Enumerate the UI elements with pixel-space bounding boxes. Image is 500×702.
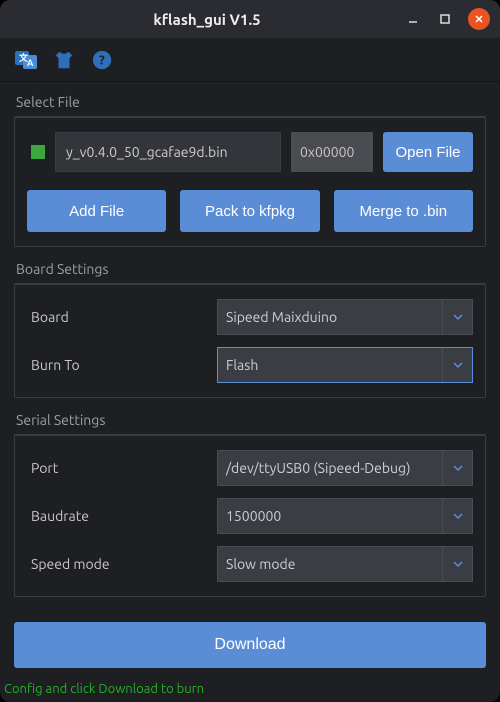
board-row: Board Sipeed Maixduino — [27, 299, 473, 335]
speed-label: Speed mode — [27, 556, 217, 572]
status-bar: Config and click Download to burn — [0, 678, 500, 702]
select-file-panel: y_v0.4.0_50_gcafae9d.bin 0x00000 Open Fi… — [14, 116, 486, 247]
close-button[interactable] — [468, 8, 490, 30]
download-button[interactable]: Download — [14, 622, 486, 668]
maximize-button[interactable] — [436, 10, 454, 28]
select-file-label: Select File — [16, 94, 486, 110]
baud-row: Baudrate 1500000 — [27, 498, 473, 534]
burnto-select[interactable]: Flash — [217, 347, 473, 383]
file-path-input[interactable]: y_v0.4.0_50_gcafae9d.bin — [55, 132, 281, 172]
address-text: 0x00000 — [300, 144, 354, 160]
port-row: Port /dev/ttyUSB0 (Sipeed-Debug) — [27, 450, 473, 486]
window-controls — [404, 8, 490, 30]
baud-value: 1500000 — [226, 508, 281, 524]
file-path-text: y_v0.4.0_50_gcafae9d.bin — [66, 144, 228, 160]
toolbar: 文 A ? — [0, 38, 500, 82]
file-enable-checkbox[interactable] — [31, 145, 45, 159]
port-select[interactable]: /dev/ttyUSB0 (Sipeed-Debug) — [217, 450, 473, 486]
merge-bin-button[interactable]: Merge to .bin — [334, 190, 473, 232]
board-label: Board — [27, 309, 217, 325]
language-icon[interactable]: 文 A — [14, 48, 38, 72]
content-area: Select File y_v0.4.0_50_gcafae9d.bin 0x0… — [0, 82, 500, 678]
svg-text:A: A — [27, 58, 34, 68]
chevron-down-icon — [442, 300, 472, 334]
burnto-row: Burn To Flash — [27, 347, 473, 383]
svg-text:?: ? — [99, 53, 105, 67]
speed-value: Slow mode — [226, 556, 295, 572]
speed-row: Speed mode Slow mode — [27, 546, 473, 582]
file-row: y_v0.4.0_50_gcafae9d.bin 0x00000 Open Fi… — [27, 132, 473, 172]
port-label: Port — [27, 460, 217, 476]
port-value: /dev/ttyUSB0 (Sipeed-Debug) — [226, 460, 410, 476]
baud-label: Baudrate — [27, 508, 217, 524]
chevron-down-icon — [442, 499, 472, 533]
window-title: kflash_gui V1.5 — [10, 11, 404, 28]
chevron-down-icon — [442, 547, 472, 581]
open-file-button[interactable]: Open File — [383, 132, 473, 172]
file-actions-row: Add File Pack to kfpkg Merge to .bin — [27, 190, 473, 232]
burnto-label: Burn To — [27, 357, 217, 373]
help-icon[interactable]: ? — [90, 48, 114, 72]
board-select[interactable]: Sipeed Maixduino — [217, 299, 473, 335]
pack-kfpkg-button[interactable]: Pack to kfpkg — [180, 190, 319, 232]
chevron-down-icon — [442, 348, 472, 382]
burnto-value: Flash — [226, 357, 258, 373]
skin-icon[interactable] — [52, 48, 76, 72]
address-input[interactable]: 0x00000 — [291, 132, 373, 172]
chevron-down-icon — [442, 451, 472, 485]
board-settings-panel: Board Sipeed Maixduino Burn To Flash — [14, 283, 486, 398]
titlebar: kflash_gui V1.5 — [0, 0, 500, 38]
board-settings-label: Board Settings — [16, 261, 486, 277]
serial-settings-label: Serial Settings — [16, 412, 486, 428]
board-value: Sipeed Maixduino — [226, 309, 337, 325]
app-window: kflash_gui V1.5 文 A — [0, 0, 500, 702]
add-file-button[interactable]: Add File — [27, 190, 166, 232]
serial-settings-panel: Port /dev/ttyUSB0 (Sipeed-Debug) Baudrat… — [14, 434, 486, 597]
speed-select[interactable]: Slow mode — [217, 546, 473, 582]
minimize-button[interactable] — [404, 10, 422, 28]
baud-select[interactable]: 1500000 — [217, 498, 473, 534]
